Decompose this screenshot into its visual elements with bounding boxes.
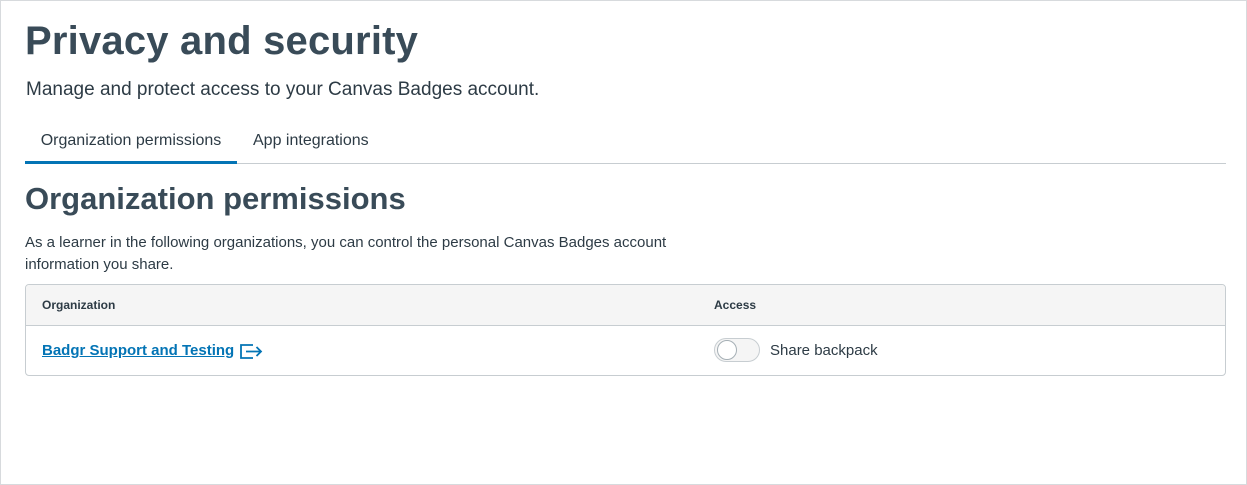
tab-list: Organization permissions App integration… (25, 123, 1226, 164)
column-header-access: Access (714, 298, 757, 312)
tab-organization-permissions[interactable]: Organization permissions (25, 123, 237, 164)
section-title: Organization permissions (25, 181, 406, 216)
organization-link[interactable]: Badgr Support and Testing (42, 326, 234, 375)
table-row: Badgr Support and Testing Share backpack (26, 326, 1225, 375)
permissions-table: Organization Access Badgr Support and Te… (25, 284, 1226, 376)
section-description: As a learner in the following organizati… (25, 234, 667, 273)
table-header: Organization Access (26, 285, 1225, 326)
tab-app-integrations[interactable]: App integrations (253, 123, 373, 161)
toggle-knob (717, 340, 737, 360)
column-header-organization: Organization (42, 298, 116, 312)
share-backpack-label: Share backpack (770, 342, 878, 359)
page-subtitle: Manage and protect access to your Canvas… (26, 79, 540, 100)
share-backpack-toggle[interactable] (714, 338, 760, 362)
page-frame: Privacy and security Manage and protect … (0, 0, 1247, 485)
external-link-icon[interactable] (238, 341, 264, 361)
page-title: Privacy and security (25, 19, 419, 63)
